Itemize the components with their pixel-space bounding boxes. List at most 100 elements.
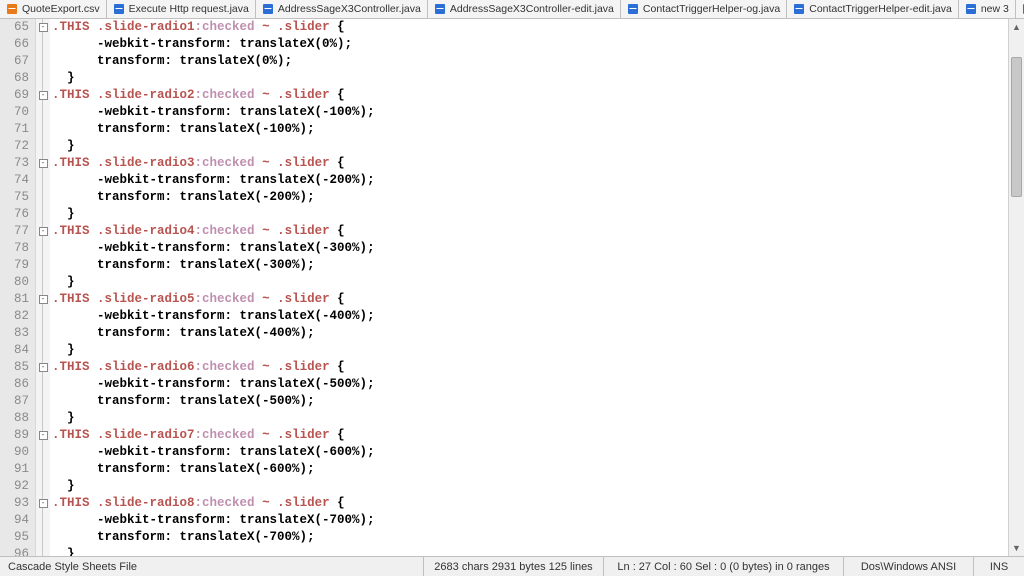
code-line[interactable]: transform: translateX(-700%);	[52, 529, 1008, 546]
fold-row	[36, 104, 50, 121]
fold-row	[36, 410, 50, 427]
fold-toggle-icon[interactable]: -	[39, 295, 48, 304]
editor-tab[interactable]: Execute Http request.java	[107, 0, 256, 18]
fold-row	[36, 512, 50, 529]
editor-tab[interactable]: QuoteExport.csv	[0, 0, 107, 18]
fold-row[interactable]: -	[36, 359, 50, 376]
fold-row[interactable]: -	[36, 155, 50, 172]
code-line[interactable]: -webkit-transform: translateX(0%);	[52, 36, 1008, 53]
code-line[interactable]: }	[52, 274, 1008, 291]
code-line[interactable]: .THIS .slide-radio3:checked ~ .slider {	[52, 155, 1008, 172]
line-number: 66	[6, 36, 29, 53]
editor-tab[interactable]: AddressSageX3Controller-edit.java	[428, 0, 621, 18]
line-number: 73	[6, 155, 29, 172]
fold-row	[36, 444, 50, 461]
scroll-down-button[interactable]: ▼	[1009, 540, 1024, 556]
line-number: 91	[6, 461, 29, 478]
status-filetype: Cascade Style Sheets File	[0, 557, 424, 576]
editor-tab[interactable]: AddressSageX3Controller.java	[256, 0, 428, 18]
line-number: 78	[6, 240, 29, 257]
editor-tab[interactable]: ContactTriggerHelper-og.java	[621, 0, 787, 18]
code-line[interactable]: transform: translateX(0%);	[52, 53, 1008, 70]
tab-label: Execute Http request.java	[129, 3, 249, 15]
scroll-thumb[interactable]	[1011, 57, 1022, 197]
editor-area: 6566676869707172737475767778798081828384…	[0, 19, 1024, 556]
line-number-gutter: 6566676869707172737475767778798081828384…	[0, 19, 36, 556]
code-line[interactable]: .THIS .slide-radio8:checked ~ .slider {	[52, 495, 1008, 512]
fold-row	[36, 274, 50, 291]
line-number: 83	[6, 325, 29, 342]
code-line[interactable]: transform: translateX(-400%);	[52, 325, 1008, 342]
code-line[interactable]: }	[52, 410, 1008, 427]
code-line[interactable]: .THIS .slide-radio5:checked ~ .slider {	[52, 291, 1008, 308]
fold-row[interactable]: -	[36, 223, 50, 240]
code-line[interactable]: .THIS .slide-radio1:checked ~ .slider {	[52, 19, 1008, 36]
fold-row	[36, 461, 50, 478]
code-line[interactable]: -webkit-transform: translateX(-500%);	[52, 376, 1008, 393]
fold-row[interactable]: -	[36, 19, 50, 36]
line-number: 80	[6, 274, 29, 291]
code-line[interactable]: .THIS .slide-radio4:checked ~ .slider {	[52, 223, 1008, 240]
fold-row[interactable]: -	[36, 427, 50, 444]
code-line[interactable]: -webkit-transform: translateX(-200%);	[52, 172, 1008, 189]
line-number: 85	[6, 359, 29, 376]
code-line[interactable]: -webkit-transform: translateX(-600%);	[52, 444, 1008, 461]
tab-label: ContactTriggerHelper-og.java	[643, 3, 780, 15]
line-number: 88	[6, 410, 29, 427]
fold-toggle-icon[interactable]: -	[39, 499, 48, 508]
code-line[interactable]: -webkit-transform: translateX(-400%);	[52, 308, 1008, 325]
code-line[interactable]: }	[52, 70, 1008, 87]
code-line[interactable]: }	[52, 478, 1008, 495]
fold-row	[36, 342, 50, 359]
code-line[interactable]: -webkit-transform: translateX(-300%);	[52, 240, 1008, 257]
fold-toggle-icon[interactable]: -	[39, 159, 48, 168]
fold-row	[36, 393, 50, 410]
fold-toggle-icon[interactable]: -	[39, 23, 48, 32]
code-line[interactable]: }	[52, 342, 1008, 359]
vertical-scrollbar[interactable]: ▲ ▼	[1008, 19, 1024, 556]
fold-row	[36, 376, 50, 393]
fold-row[interactable]: -	[36, 87, 50, 104]
fold-toggle-icon[interactable]: -	[39, 91, 48, 100]
status-charcount: 2683 chars 2931 bytes 125 lines	[424, 557, 604, 576]
file-icon	[113, 3, 125, 15]
code-line[interactable]: }	[52, 138, 1008, 155]
fold-row	[36, 206, 50, 223]
fold-row	[36, 121, 50, 138]
editor-tab[interactable]: new 4	[1016, 0, 1024, 18]
scroll-up-button[interactable]: ▲	[1009, 19, 1024, 35]
line-number: 77	[6, 223, 29, 240]
tab-label: AddressSageX3Controller-edit.java	[450, 3, 614, 15]
fold-row[interactable]: -	[36, 495, 50, 512]
editor-tab[interactable]: ContactTriggerHelper-edit.java	[787, 0, 959, 18]
fold-row	[36, 138, 50, 155]
code-line[interactable]: -webkit-transform: translateX(-100%);	[52, 104, 1008, 121]
code-line[interactable]: .THIS .slide-radio2:checked ~ .slider {	[52, 87, 1008, 104]
line-number: 70	[6, 104, 29, 121]
code-line[interactable]: transform: translateX(-300%);	[52, 257, 1008, 274]
code-line[interactable]: }	[52, 206, 1008, 223]
code-area[interactable]: .THIS .slide-radio1:checked ~ .slider { …	[50, 19, 1008, 556]
code-line[interactable]: transform: translateX(-500%);	[52, 393, 1008, 410]
code-line[interactable]: transform: translateX(-600%);	[52, 461, 1008, 478]
code-line[interactable]: transform: translateX(-100%);	[52, 121, 1008, 138]
line-number: 71	[6, 121, 29, 138]
line-number: 95	[6, 529, 29, 546]
app-root: QuoteExport.csv Execute Http request.java…	[0, 0, 1024, 576]
line-number: 68	[6, 70, 29, 87]
fold-toggle-icon[interactable]: -	[39, 363, 48, 372]
fold-toggle-icon[interactable]: -	[39, 227, 48, 236]
code-line[interactable]: transform: translateX(-200%);	[52, 189, 1008, 206]
line-number: 93	[6, 495, 29, 512]
line-number: 84	[6, 342, 29, 359]
code-line[interactable]: -webkit-transform: translateX(-700%);	[52, 512, 1008, 529]
fold-toggle-icon[interactable]: -	[39, 431, 48, 440]
code-line[interactable]: .THIS .slide-radio7:checked ~ .slider {	[52, 427, 1008, 444]
fold-row	[36, 172, 50, 189]
fold-row	[36, 478, 50, 495]
code-line[interactable]: }	[52, 546, 1008, 556]
editor-tab[interactable]: new 3	[959, 0, 1016, 18]
line-number: 81	[6, 291, 29, 308]
code-line[interactable]: .THIS .slide-radio6:checked ~ .slider {	[52, 359, 1008, 376]
fold-row[interactable]: -	[36, 291, 50, 308]
